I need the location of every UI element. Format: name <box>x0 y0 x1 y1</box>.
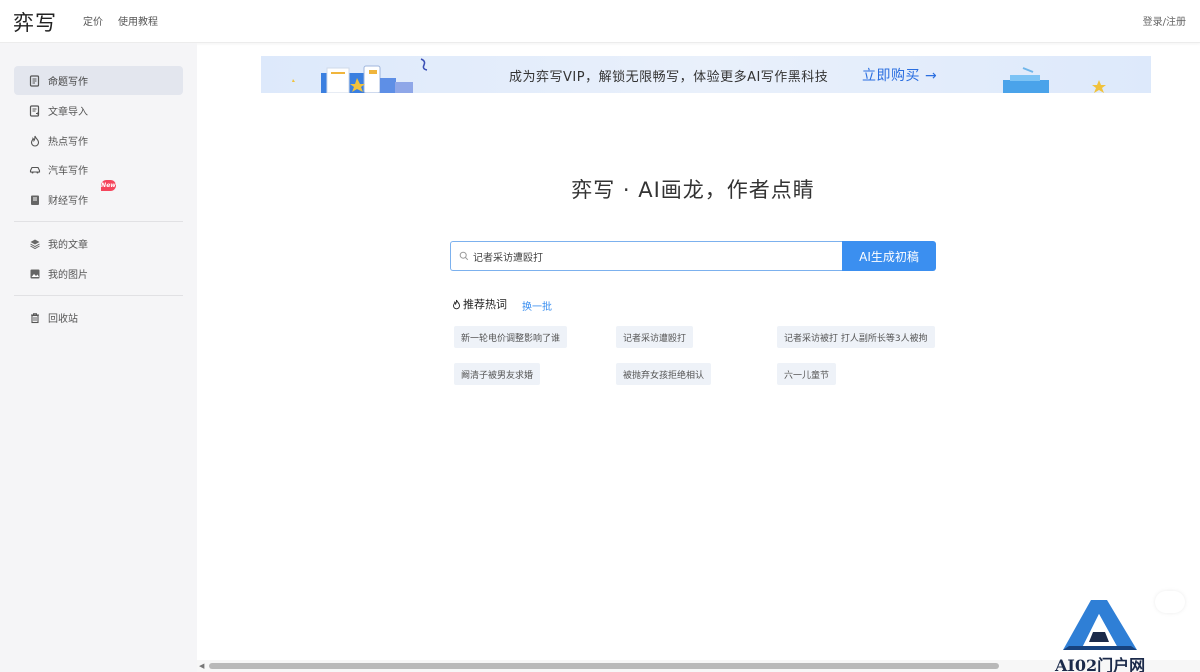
sidebar-item-my-articles[interactable]: 我的文章 <box>14 229 183 258</box>
buy-now-link[interactable]: 立即购买 → <box>862 65 937 85</box>
search-input[interactable] <box>473 250 833 262</box>
login-register-link[interactable]: 登录/注册 <box>1143 13 1186 28</box>
page-headline: 弈写 · AI画龙，作者点睛 <box>571 178 815 202</box>
hot-topic-tag[interactable]: 记者采访被打 打人副所长等3人被拘 <box>777 326 935 348</box>
hot-topic-tag[interactable]: 新一轮电价调整影响了谁 <box>454 326 568 348</box>
image-icon <box>28 267 42 281</box>
refresh-topics-link[interactable]: 换一批 <box>522 298 552 313</box>
floating-help-button[interactable] <box>1155 591 1185 613</box>
search-form: AI生成初稿 <box>450 241 936 271</box>
nav-pricing[interactable]: 定价 <box>83 13 103 28</box>
nav-tutorial[interactable]: 使用教程 <box>118 13 158 28</box>
flame-icon <box>452 299 461 310</box>
top-header: 弈写 定价 使用教程 登录/注册 <box>0 0 1200 43</box>
sidebar-item-topic-writing[interactable]: 命题写作 <box>14 66 183 95</box>
import-document-icon <box>28 104 42 118</box>
layers-icon <box>28 237 42 251</box>
scroll-left-arrow-icon[interactable]: ◀ <box>199 662 207 670</box>
ai-generate-draft-button[interactable]: AI生成初稿 <box>842 241 936 271</box>
document-edit-icon <box>28 74 42 88</box>
sidebar-item-recycle-bin[interactable]: 回收站 <box>14 303 183 332</box>
hot-topic-tag[interactable]: 六一儿童节 <box>777 363 837 385</box>
hot-topic-tag[interactable]: 被抛弃女孩拒绝相认 <box>616 363 712 385</box>
sidebar: 命题写作 文章导入 热点写作 汽车写作 财经写作 New 我的文章 我的图片 回… <box>0 43 197 672</box>
trash-icon <box>28 311 42 325</box>
hot-topics-title: 推荐热词 <box>452 296 507 312</box>
sidebar-item-label: 命题写作 <box>48 77 88 88</box>
flame-icon <box>28 134 42 148</box>
hot-topics-label: 推荐热词 <box>463 298 507 311</box>
hot-topic-tag[interactable]: 阚清子被男友求婚 <box>454 363 541 385</box>
search-box[interactable] <box>450 241 842 271</box>
search-icon <box>459 251 469 261</box>
sidebar-divider <box>14 221 183 222</box>
app-logo[interactable]: 弈写 <box>13 7 57 37</box>
sidebar-divider <box>14 295 183 296</box>
hot-topic-tag[interactable]: 记者采访遭殴打 <box>616 326 694 348</box>
sidebar-item-label: 热点写作 <box>48 137 88 148</box>
sidebar-item-hot-writing[interactable]: 热点写作 <box>14 126 183 155</box>
sidebar-item-label: 文章导入 <box>48 107 88 118</box>
sidebar-item-my-images[interactable]: 我的图片 <box>14 259 183 288</box>
vip-banner[interactable]: 成为弈写VIP，解锁无限畅写，体验更多AI写作黑科技 立即购买 → <box>261 56 1151 93</box>
sidebar-item-label: 回收站 <box>48 314 78 325</box>
sidebar-item-label: 我的图片 <box>48 270 88 281</box>
sidebar-item-label: 我的文章 <box>48 240 88 251</box>
horizontal-scrollbar[interactable]: ◀ <box>197 660 1200 672</box>
scrollbar-thumb[interactable] <box>209 663 999 669</box>
sidebar-item-article-import[interactable]: 文章导入 <box>14 96 183 125</box>
watermark-text: AI02门户网 <box>1055 656 1146 672</box>
banner-text: 成为弈写VIP，解锁无限畅写，体验更多AI写作黑科技 <box>509 70 829 85</box>
